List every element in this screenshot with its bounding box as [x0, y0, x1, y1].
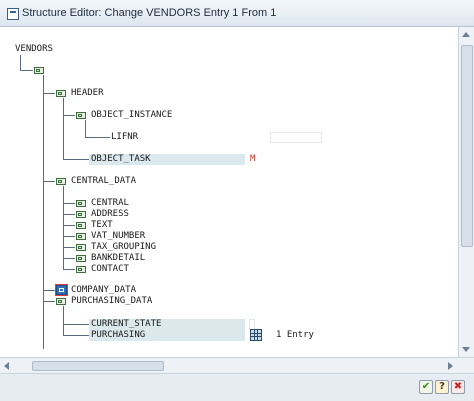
tree-node-contact[interactable]: CONTACT — [91, 264, 129, 275]
window-title: Structure Editor: Change VENDORS Entry 1… — [22, 7, 277, 19]
tree-node-purchasing-data[interactable]: PURCHASING_DATA — [71, 296, 152, 307]
folder-node-icon[interactable] — [76, 222, 86, 229]
tree-connector — [63, 269, 75, 270]
tree-node-central-data[interactable]: CENTRAL_DATA — [71, 176, 136, 187]
scroll-right-icon[interactable] — [448, 362, 453, 370]
window-icon — [7, 8, 19, 20]
tree-node-text[interactable]: TEXT — [91, 220, 113, 231]
tree-connector — [63, 186, 64, 269]
horizontal-scroll-thumb[interactable] — [32, 361, 164, 371]
tree-connector — [63, 98, 64, 159]
tree-connector — [63, 258, 75, 259]
tree-connector — [63, 306, 64, 335]
tree-node-tax-grouping[interactable]: TAX_GROUPING — [91, 242, 156, 253]
help-button[interactable]: ? — [435, 380, 449, 394]
tree-node-object-instance[interactable]: OBJECT_INSTANCE — [91, 110, 172, 121]
folder-node-icon[interactable] — [76, 200, 86, 207]
folder-node-icon[interactable] — [34, 67, 44, 74]
field-label-current-state: CURRENT_STATE — [91, 319, 162, 329]
folder-node-icon[interactable] — [56, 90, 66, 97]
field-label-object-task: OBJECT_TASK — [91, 154, 151, 164]
tree-connector — [63, 236, 75, 237]
ok-button[interactable]: ✔ — [419, 380, 433, 394]
folder-node-icon[interactable] — [56, 178, 66, 185]
folder-node-icon[interactable] — [76, 266, 86, 273]
lifnr-input[interactable] — [270, 132, 322, 143]
tree-connector — [63, 247, 75, 248]
tree-connector — [63, 214, 75, 215]
tree-node-vendors[interactable]: VENDORS — [15, 44, 53, 55]
cancel-button[interactable]: ✖ — [451, 380, 465, 394]
field-label-lifnr: LIFNR — [111, 132, 139, 142]
tree-connector — [43, 75, 44, 349]
tree-connector — [20, 55, 21, 70]
title-bar: Structure Editor: Change VENDORS Entry 1… — [0, 0, 474, 27]
structure-tree: VENDORS HEADER OBJECT_INSTANCE LIFNR OBJ… — [0, 27, 458, 357]
table-icon[interactable] — [250, 329, 262, 341]
folder-node-icon[interactable] — [76, 233, 86, 240]
tree-connector — [20, 70, 33, 71]
tree-node-header[interactable]: HEADER — [71, 88, 104, 99]
field-label-purchasing: PURCHASING — [91, 330, 146, 340]
object-task-marker: M — [250, 154, 256, 164]
scroll-down-icon[interactable] — [462, 347, 470, 352]
vertical-scroll-thumb[interactable] — [461, 45, 473, 247]
vertical-scrollbar[interactable] — [458, 27, 474, 357]
tree-connector — [63, 159, 90, 160]
tree-connector — [85, 120, 86, 137]
scroll-left-icon[interactable] — [4, 362, 9, 370]
tree-connector — [63, 203, 75, 204]
tree-connector — [43, 290, 55, 291]
tree-node-company-data[interactable]: COMPANY_DATA — [71, 285, 136, 296]
tree-connector — [43, 93, 55, 94]
dialog-footer: ✔ ? ✖ — [0, 373, 474, 401]
folder-node-icon[interactable] — [76, 255, 86, 262]
tree-node-bankdetail[interactable]: BANKDETAIL — [91, 253, 145, 264]
tree-connector — [63, 115, 75, 116]
tree-node-central[interactable]: CENTRAL — [91, 198, 129, 209]
purchasing-entry-count: 1 Entry — [276, 330, 314, 340]
horizontal-scrollbar[interactable] — [0, 357, 474, 373]
folder-node-icon[interactable] — [56, 298, 66, 305]
tree-connector — [43, 301, 55, 302]
folder-node-icon[interactable] — [76, 112, 86, 119]
tree-node-address[interactable]: ADDRESS — [91, 209, 129, 220]
folder-node-icon[interactable] — [76, 211, 86, 218]
tree-connector — [63, 324, 90, 325]
folder-node-icon[interactable] — [76, 244, 86, 251]
tree-connector — [63, 225, 75, 226]
tree-node-vat-number[interactable]: VAT_NUMBER — [91, 231, 145, 242]
tree-connector — [85, 137, 110, 138]
scroll-up-icon[interactable] — [462, 32, 470, 37]
tree-connector — [43, 181, 55, 182]
tree-connector — [63, 335, 90, 336]
selected-node-icon[interactable] — [55, 284, 68, 296]
